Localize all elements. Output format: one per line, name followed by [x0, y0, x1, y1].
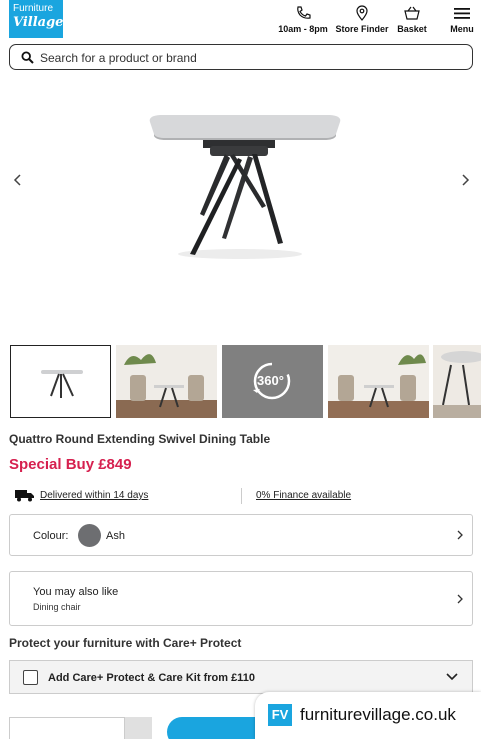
care-protect-option[interactable]: Add Care+ Protect & Care Kit from £110: [9, 660, 473, 694]
basket-link[interactable]: Basket: [393, 5, 431, 37]
store-finder-link[interactable]: Store Finder: [334, 5, 390, 37]
opening-hours-link[interactable]: 10am - 8pm: [276, 5, 330, 37]
thumbnail-1[interactable]: [10, 345, 111, 418]
care-protect-label: Add Care+ Protect & Care Kit from £110: [48, 672, 255, 684]
room-scene-thumbnail-icon: [433, 345, 481, 418]
colour-value: Ash: [106, 530, 125, 542]
product-image-carousel[interactable]: [0, 78, 481, 340]
colour-swatch: [78, 524, 101, 547]
thumbnail-4[interactable]: [328, 345, 429, 418]
thumbnail-5[interactable]: [433, 345, 481, 418]
360-view-label: 360°: [257, 373, 284, 388]
fv-logo-icon: FV: [268, 704, 292, 726]
thumbnail-360-view[interactable]: 360°: [222, 345, 323, 418]
care-protect-checkbox[interactable]: [23, 670, 38, 685]
colour-selector[interactable]: Colour: Ash: [9, 514, 473, 556]
basket-label: Basket: [397, 24, 427, 34]
carousel-prev-arrow-icon[interactable]: [8, 170, 28, 190]
room-scene-thumbnail-icon: [116, 345, 217, 418]
carousel-next-arrow-icon[interactable]: [455, 170, 475, 190]
product-title: Quattro Round Extending Swivel Dining Ta…: [9, 432, 271, 446]
basket-icon: [404, 6, 420, 20]
site-header: Furniture Village 10am - 8pm Store Finde…: [0, 0, 481, 42]
logo-line-2: Village: [13, 15, 64, 30]
site-url-badge: FV furniturevillage.co.uk: [255, 692, 481, 739]
quantity-field[interactable]: [9, 717, 125, 739]
info-divider: [241, 488, 242, 504]
colour-label: Colour:: [33, 530, 69, 542]
delivery-link[interactable]: Delivered within 14 days: [40, 490, 148, 501]
site-url: furniturevillage.co.uk: [300, 705, 456, 724]
chevron-down-icon[interactable]: [446, 673, 458, 681]
quantity-stepper[interactable]: [125, 717, 152, 739]
search-icon: [21, 51, 34, 64]
location-pin-icon: [356, 5, 368, 21]
also-like-link[interactable]: You may also like Dining chair: [9, 571, 473, 626]
menu-label: Menu: [450, 24, 474, 34]
thumbnail-2[interactable]: [116, 345, 217, 418]
store-finder-label: Store Finder: [335, 24, 389, 34]
hamburger-menu-icon: [454, 8, 470, 19]
product-price: Special Buy £849: [9, 456, 132, 473]
also-like-heading: You may also like: [33, 586, 119, 598]
search-input[interactable]: [40, 49, 460, 66]
delivery-truck-icon: [15, 490, 34, 502]
menu-button[interactable]: Menu: [445, 5, 479, 37]
finance-link[interactable]: 0% Finance available: [256, 490, 351, 501]
furniture-village-logo[interactable]: Furniture Village: [9, 0, 63, 38]
chevron-right-icon: [457, 594, 463, 603]
also-like-subtext: Dining chair: [33, 602, 81, 612]
table-thumbnail-icon: [11, 346, 110, 417]
search-bar[interactable]: [9, 44, 473, 70]
logo-line-1: Furniture: [13, 3, 54, 14]
phone-icon: [297, 6, 311, 19]
room-scene-thumbnail-icon: [328, 345, 429, 418]
opening-hours-label: 10am - 8pm: [278, 24, 328, 34]
product-main-image: [149, 115, 341, 259]
chevron-right-icon: [457, 530, 463, 540]
thumbnail-strip: 360°: [0, 345, 481, 418]
protect-heading: Protect your furniture with Care+ Protec…: [9, 636, 242, 650]
